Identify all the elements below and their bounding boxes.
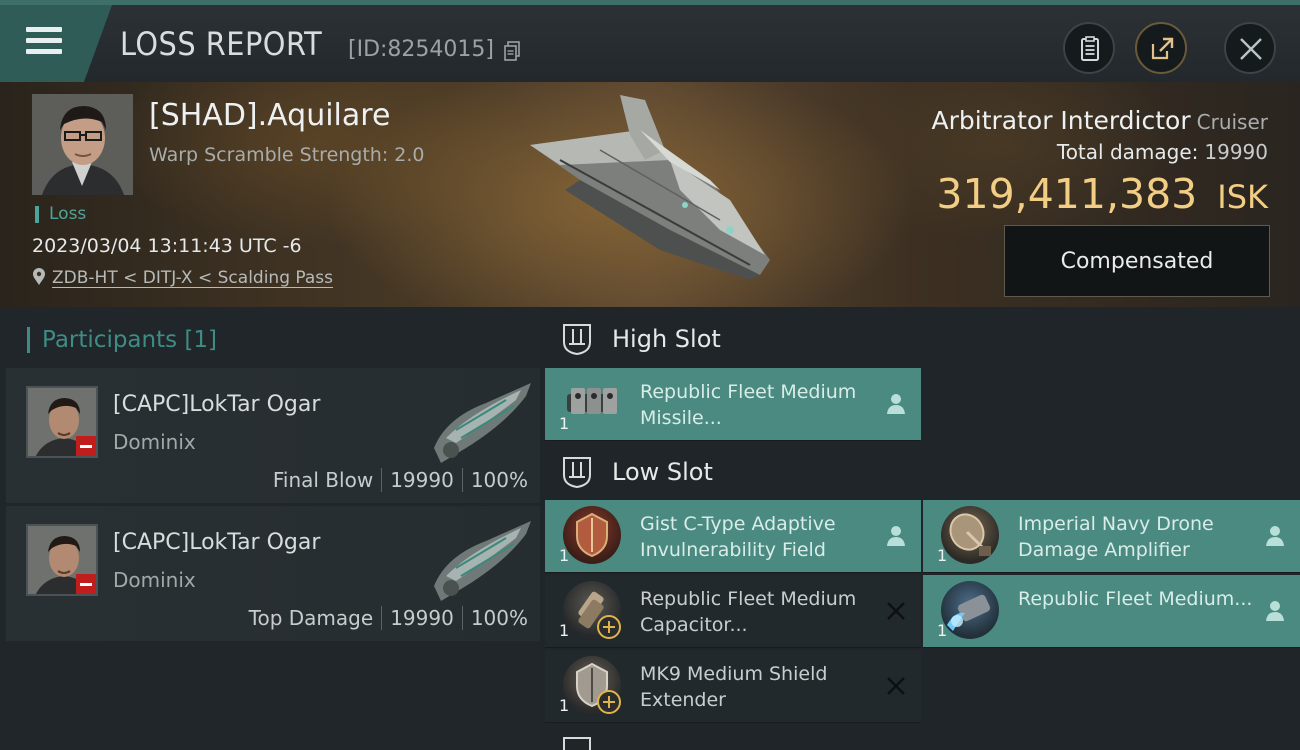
plus-badge-icon — [597, 690, 621, 714]
person-icon — [1266, 526, 1284, 546]
capacitor-booster-icon — [941, 581, 999, 639]
low-slot-label: Low Slot — [612, 458, 713, 486]
mid-slot-icon — [563, 737, 591, 750]
page-title: LOSS REPORT — [120, 25, 323, 63]
module-quantity: 1 — [559, 414, 570, 433]
isk-unit: ISK — [1217, 178, 1268, 216]
module-name: Imperial Navy Drone Damage Amplifier — [1018, 513, 1214, 561]
participant-ship-image — [434, 383, 531, 463]
participant-name[interactable]: [CAPC]LokTar Ogar — [113, 530, 320, 555]
location-pin-icon — [33, 268, 45, 285]
participants-panel: Participants [1] [CAPC]LokTar Ogar Domin… — [0, 307, 540, 750]
module-quantity: 1 — [937, 546, 948, 565]
total-damage: Total damage: 19990 — [1057, 140, 1268, 164]
module-name: Republic Fleet Medium Missile... — [640, 381, 857, 429]
total-damage-label: Total damage: — [1056, 140, 1199, 164]
participant-avatar[interactable] — [26, 386, 98, 458]
isk-amount: 319,411,383 — [936, 170, 1198, 218]
participant-stats: Top Damage 19990 100% — [249, 606, 528, 630]
victim-ship-type: Arbitrator Interdictor Cruiser — [932, 106, 1268, 135]
total-damage-value: 19990 — [1204, 140, 1268, 164]
clipboard-icon — [1081, 36, 1099, 61]
module-name: MK9 Medium Shield Extender — [640, 663, 828, 711]
participant-name[interactable]: [CAPC]LokTar Ogar — [113, 392, 320, 417]
header-bar: LOSS REPORT [ID:8254015] — [0, 0, 1300, 82]
compensated-button[interactable]: Compensated — [1004, 225, 1270, 297]
share-icon — [1151, 37, 1174, 60]
participant-role: Final Blow — [272, 468, 374, 492]
module-quantity: 1 — [937, 621, 948, 640]
participant-card[interactable]: [CAPC]LokTar Ogar Dominix Final Blow 1999… — [6, 368, 540, 503]
participant-ship: Dominix — [113, 430, 196, 454]
drone-amplifier-icon — [941, 506, 999, 564]
victim-portrait[interactable] — [32, 94, 133, 195]
participant-avatar[interactable] — [26, 524, 98, 596]
high-slot-header: High Slot — [560, 322, 721, 356]
compensated-label: Compensated — [1060, 248, 1214, 274]
victim-ship-class: Cruiser — [1196, 110, 1268, 134]
module-slot[interactable]: 1 Republic Fleet Medium... — [923, 575, 1300, 648]
participant-percent: 100% — [470, 606, 528, 630]
participant-stats: Final Blow 19990 100% — [273, 468, 528, 492]
hostile-minus-icon — [76, 574, 96, 594]
destroyed-x-icon — [887, 677, 905, 695]
victim-name[interactable]: [SHAD].Aquilare — [149, 98, 390, 133]
person-icon — [887, 394, 905, 414]
shield-hardener-icon — [563, 506, 621, 564]
hamburger-icon — [26, 27, 62, 55]
warp-scramble-strength: Warp Scramble Strength: 2.0 — [149, 144, 425, 166]
module-slot[interactable]: 1 Imperial Navy Drone Damage Amplifier — [923, 500, 1300, 573]
victim-banner: [SHAD].Aquilare Warp Scramble Strength: … — [0, 82, 1300, 307]
module-name: Republic Fleet Medium... — [1018, 588, 1253, 610]
victim-ship-name[interactable]: Arbitrator Interdictor — [932, 106, 1191, 135]
victim-avatar-image — [32, 94, 133, 195]
close-icon — [1240, 38, 1262, 60]
hostile-minus-icon — [76, 436, 96, 456]
module-slot[interactable]: 1 Republic Fleet Medium Capacitor... — [545, 575, 921, 648]
plus-badge-icon — [597, 615, 621, 639]
loss-status-tag: Loss — [35, 206, 86, 223]
participant-percent: 100% — [470, 468, 528, 492]
kill-location[interactable]: ZDB-HT < DITJ-X < Scalding Pass — [32, 268, 333, 288]
module-quantity: 1 — [559, 546, 570, 565]
fitting-panel: High Slot 1 Republic Fleet Medium Missil… — [540, 307, 1300, 750]
participant-role: Top Damage — [248, 606, 374, 630]
module-quantity: 1 — [559, 621, 570, 640]
low-slot-header: Low Slot — [560, 455, 713, 489]
copy-icon[interactable] — [504, 41, 520, 61]
location-link[interactable]: ZDB-HT < DITJ-X < Scalding Pass — [52, 268, 333, 288]
person-icon — [1266, 601, 1284, 621]
participant-ship: Dominix — [113, 568, 196, 592]
isk-value: 319,411,383 ISK — [936, 170, 1268, 218]
module-slot[interactable]: 1 Republic Fleet Medium Missile... — [545, 368, 921, 441]
high-slot-label: High Slot — [612, 325, 721, 353]
module-name: Republic Fleet Medium Capacitor... — [640, 588, 857, 636]
menu-button[interactable] — [0, 5, 112, 82]
mid-slot-header-partial — [560, 735, 594, 750]
participant-damage: 19990 — [390, 468, 454, 492]
module-slot[interactable]: 1 Gist C-Type Adaptive Invulnerability F… — [545, 500, 921, 573]
participant-ship-image — [434, 521, 531, 601]
participants-title: Participants [1] — [27, 327, 217, 353]
close-button[interactable] — [1224, 22, 1276, 74]
victim-ship-image — [530, 95, 770, 280]
report-id: [ID:8254015] — [348, 37, 494, 62]
module-slot[interactable]: 1 MK9 Medium Shield Extender — [545, 650, 921, 723]
clipboard-button[interactable] — [1063, 22, 1115, 74]
module-quantity: 1 — [559, 696, 570, 715]
low-slot-icon — [563, 457, 591, 489]
missile-launcher-icon — [563, 374, 621, 432]
share-button[interactable] — [1135, 22, 1187, 74]
participant-card[interactable]: [CAPC]LokTar Ogar Dominix Top Damage 1999… — [6, 506, 540, 641]
destroyed-x-icon — [887, 602, 905, 620]
participant-damage: 19990 — [390, 606, 454, 630]
module-name: Gist C-Type Adaptive Invulnerability Fie… — [640, 513, 836, 561]
person-icon — [887, 526, 905, 546]
high-slot-icon — [563, 324, 591, 356]
kill-datetime: 2023/03/04 13:11:43 UTC -6 — [32, 235, 302, 257]
